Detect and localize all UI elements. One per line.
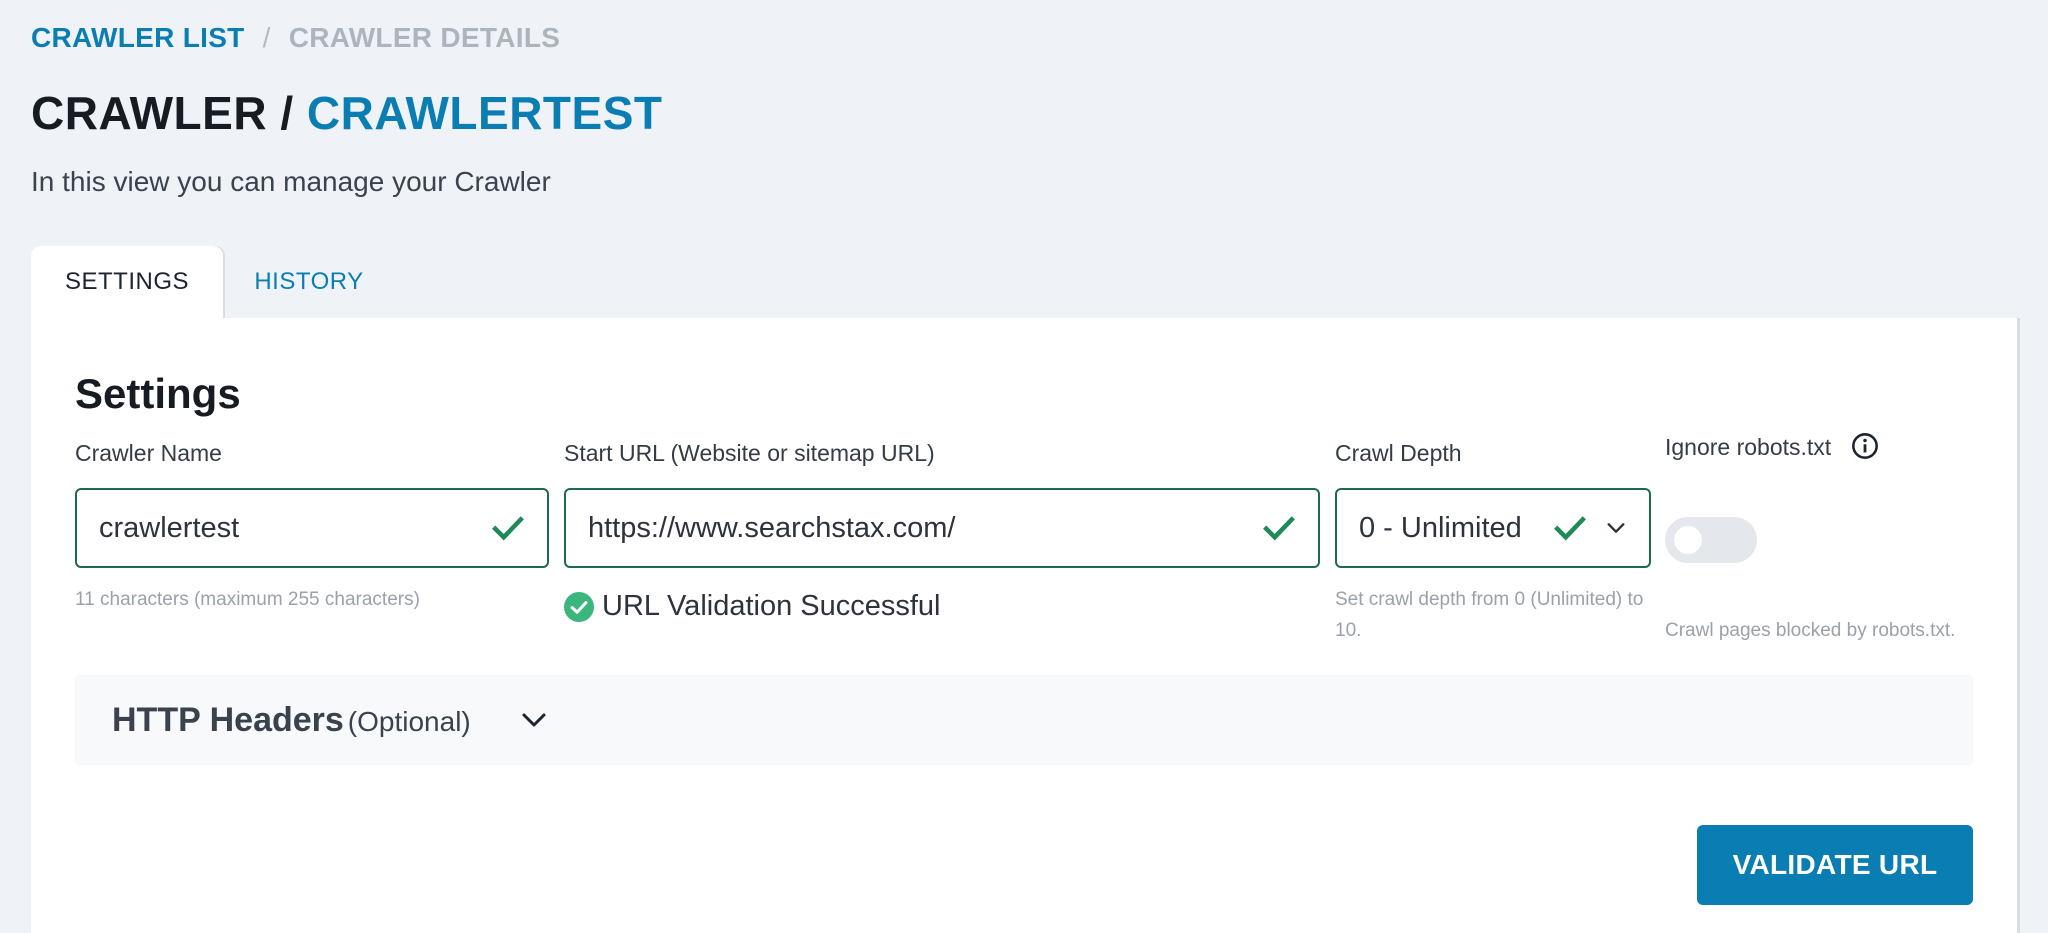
tab-history[interactable]: HISTORY: [236, 246, 382, 318]
crawl-depth-label: Crawl Depth: [1335, 440, 1462, 466]
breadcrumb: CRAWLER LIST / CRAWLER DETAILS: [31, 22, 560, 54]
info-icon[interactable]: [1851, 432, 1879, 460]
breadcrumb-separator: /: [262, 22, 271, 53]
page-title-crawler-name: CRAWLERTEST: [306, 87, 663, 139]
crawler-name-value: crawlertest: [99, 511, 240, 544]
breadcrumb-crawler-list[interactable]: CRAWLER LIST: [31, 22, 245, 54]
crawler-name-label: Crawler Name: [75, 440, 222, 466]
settings-section-title: Settings: [75, 370, 241, 417]
start-url-label: Start URL (Website or sitemap URL): [564, 440, 935, 466]
check-icon: [1263, 516, 1295, 541]
url-validation-status: URL Validation Successful: [564, 590, 941, 623]
http-headers-title: HTTP Headers: [112, 700, 344, 739]
toggle-knob: [1674, 526, 1702, 554]
http-headers-optional-label: (Optional): [347, 706, 471, 737]
chevron-down-icon: [522, 713, 546, 727]
url-validation-text: URL Validation Successful: [602, 590, 941, 622]
check-icon: [492, 516, 524, 541]
crawler-name-hint: 11 characters (maximum 255 characters): [75, 589, 420, 610]
crawler-details-page: CRAWLER LIST / CRAWLER DETAILS CRAWLER /…: [0, 0, 2048, 933]
check-icon: [1554, 516, 1586, 541]
crawl-depth-value: 0 - Unlimited: [1359, 511, 1522, 544]
crawler-name-input[interactable]: crawlertest: [75, 488, 549, 568]
page-subtitle: In this view you can manage your Crawler: [31, 166, 551, 197]
http-headers-accordion[interactable]: HTTP Headers (Optional): [75, 675, 1973, 765]
ignore-robots-hint: Crawl pages blocked by robots.txt.: [1665, 620, 1956, 641]
validate-url-button[interactable]: VALIDATE URL: [1697, 825, 1973, 905]
crawl-depth-hint: Set crawl depth from 0 (Unlimited) to 10…: [1335, 589, 1644, 641]
start-url-input[interactable]: https://www.searchstax.com/: [564, 488, 1320, 568]
tab-settings[interactable]: SETTINGS: [31, 246, 223, 318]
crawl-depth-select[interactable]: 0 - Unlimited: [1335, 488, 1651, 568]
start-url-value: https://www.searchstax.com/: [588, 511, 956, 544]
breadcrumb-crawler-details: CRAWLER DETAILS: [288, 22, 561, 53]
page-title: CRAWLER / CRAWLERTEST: [31, 86, 663, 140]
ignore-robots-toggle[interactable]: [1665, 517, 1757, 563]
chevron-down-icon: [1607, 523, 1625, 533]
check-circle-icon: [564, 591, 594, 622]
page-title-prefix: CRAWLER /: [31, 87, 294, 139]
ignore-robots-label: Ignore robots.txt: [1665, 434, 1832, 460]
